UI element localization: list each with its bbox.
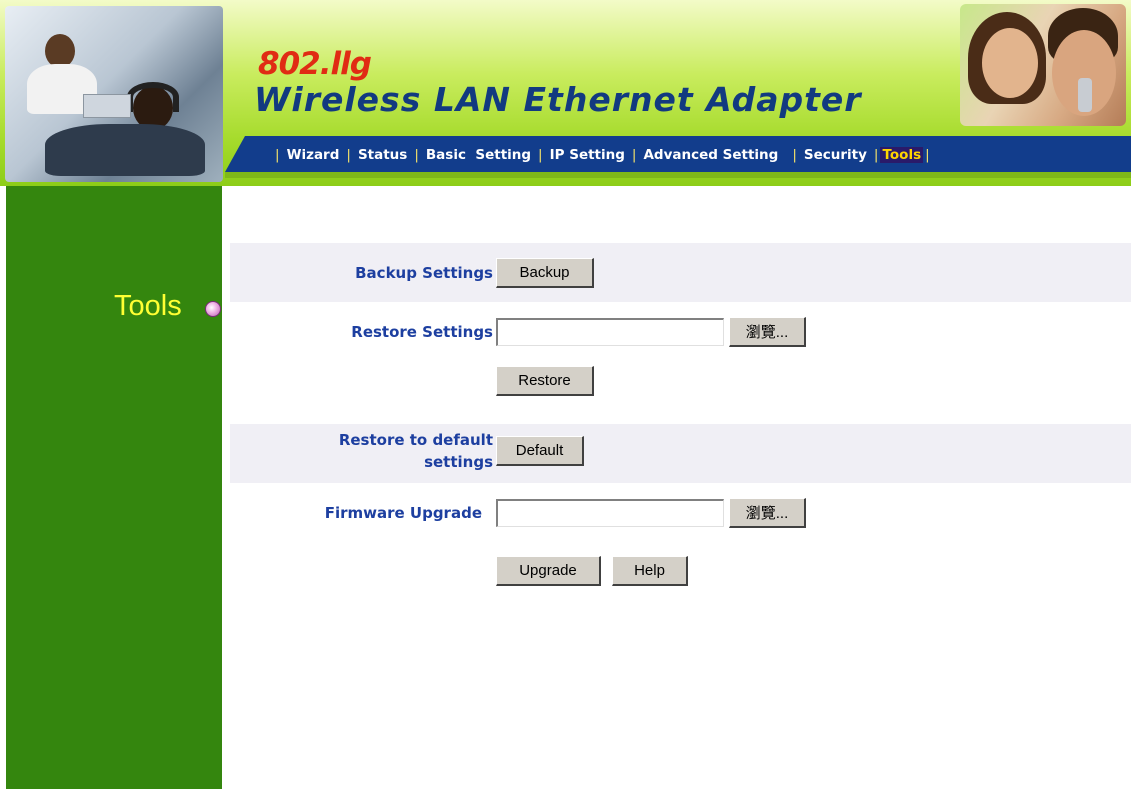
- firmware-upgrade-label: Firmware Upgrade: [324, 504, 482, 522]
- upgrade-button[interactable]: Upgrade: [496, 556, 601, 586]
- restore-settings-label: Restore Settings: [351, 323, 493, 341]
- restore-button[interactable]: Restore: [496, 366, 594, 396]
- nav-bar-underline: [225, 172, 1131, 178]
- person-head: [45, 34, 75, 68]
- restore-file-input[interactable]: [496, 318, 724, 346]
- nav-item-security[interactable]: Security: [804, 147, 867, 163]
- backup-button[interactable]: Backup: [496, 258, 594, 288]
- bullet-icon: [205, 301, 221, 317]
- product-model: 802.llg: [258, 46, 372, 82]
- nav-separator: |: [538, 147, 543, 163]
- product-name: Wireless LAN Ethernet Adapter: [254, 80, 862, 119]
- header-photo-right: [960, 4, 1126, 126]
- nav-item-status[interactable]: Status: [358, 147, 407, 163]
- header-photo-left: [5, 6, 223, 182]
- nav-separator: |: [873, 147, 879, 163]
- person-face: [982, 28, 1038, 98]
- sidebar: [6, 186, 222, 789]
- nav-separator: |: [275, 147, 280, 163]
- restore-browse-button[interactable]: 瀏覽...: [729, 317, 806, 347]
- restore-default-label-line1: Restore to default: [338, 431, 493, 449]
- firmware-browse-button[interactable]: 瀏覽...: [729, 498, 806, 528]
- firmware-file-input[interactable]: [496, 499, 724, 527]
- nav-separator: |: [925, 147, 930, 163]
- nav-item-tools[interactable]: Tools: [880, 147, 924, 163]
- nav-separator: |: [414, 147, 419, 163]
- backup-settings-label: Backup Settings: [355, 264, 493, 282]
- nav-separator: |: [792, 147, 797, 163]
- phone-icon: [1078, 78, 1092, 112]
- help-button[interactable]: Help: [612, 556, 688, 586]
- laptop-icon: [83, 94, 131, 118]
- top-nav-menu: | Wizard | Status | Basic Setting | IP S…: [268, 145, 937, 165]
- nav-separator: |: [346, 147, 351, 163]
- sidebar-section-title: Tools: [114, 290, 182, 322]
- default-button[interactable]: Default: [496, 436, 584, 466]
- nav-separator: |: [631, 147, 637, 163]
- nav-item-advanced-setting[interactable]: Advanced Setting: [643, 147, 778, 163]
- person-body: [45, 124, 205, 176]
- nav-item-ip-setting[interactable]: IP Setting: [550, 147, 625, 163]
- restore-default-label-line2: settings: [424, 453, 493, 471]
- headphone-icon: [127, 82, 179, 112]
- nav-item-wizard[interactable]: Wizard: [287, 147, 340, 163]
- nav-item-basic-setting[interactable]: Basic Setting: [426, 147, 531, 163]
